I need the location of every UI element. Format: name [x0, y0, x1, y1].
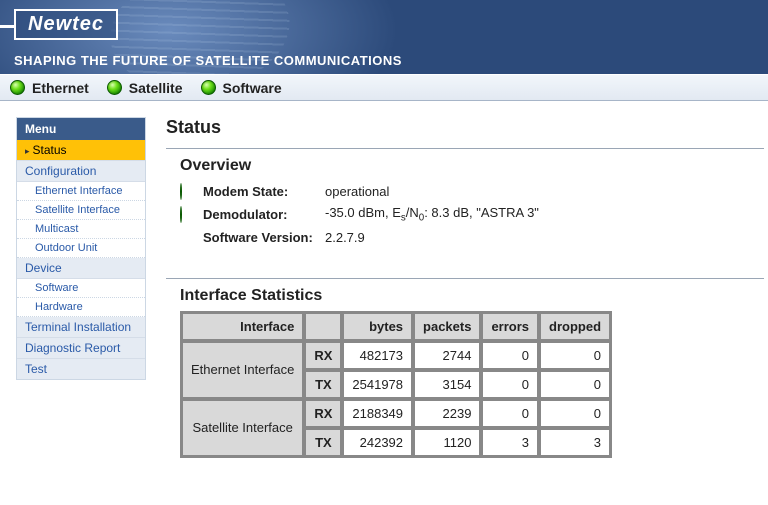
cell-direction: RX: [305, 342, 341, 369]
nav-label: Software: [223, 80, 282, 96]
cell-direction: TX: [305, 371, 341, 398]
overview-row-demodulator: Demodulator: -35.0 dBm, Es/N0: 8.3 dB, "…: [180, 202, 750, 227]
sidebar-item-multicast[interactable]: Multicast: [17, 220, 145, 239]
page-title: Status: [166, 117, 764, 138]
sidebar-item-diagnostic-report[interactable]: Diagnostic Report: [17, 338, 145, 359]
nav-software[interactable]: Software: [201, 80, 282, 96]
brand-logo-text: Newtec: [28, 13, 104, 35]
cell-packets: 2744: [414, 342, 480, 369]
overview-heading: Overview: [180, 157, 750, 175]
sidebar-item-configuration[interactable]: Configuration: [17, 161, 145, 182]
status-led-icon: [180, 183, 182, 200]
sidebar-item-software[interactable]: Software: [17, 279, 145, 298]
demodulator-label: Demodulator:: [195, 207, 325, 222]
cell-dropped: 0: [540, 371, 610, 398]
brand-tagline: SHAPING THE FUTURE OF SATELLITE COMMUNIC…: [14, 53, 402, 68]
sidebar-item-outdoor-unit[interactable]: Outdoor Unit: [17, 239, 145, 258]
menu-heading: Menu: [17, 118, 145, 140]
modem-state-value: operational: [325, 184, 389, 199]
cell-bytes: 482173: [343, 342, 412, 369]
interface-stats-heading: Interface Statistics: [180, 287, 750, 305]
software-version-value: 2.2.7.9: [325, 230, 365, 245]
status-led-icon: [107, 80, 122, 95]
cell-dropped: 3: [540, 429, 610, 456]
interface-stats-table: Interface bytes packets errors dropped E…: [180, 311, 612, 458]
table-row: Satellite Interface RX 2188349 2239 0 0: [182, 400, 610, 427]
sidebar-menu: Menu Status Configuration Ethernet Inter…: [16, 117, 146, 380]
cell-errors: 0: [482, 371, 538, 398]
cell-errors: 3: [482, 429, 538, 456]
col-packets: packets: [414, 313, 480, 340]
table-row: Ethernet Interface RX 482173 2744 0 0: [182, 342, 610, 369]
brand-logo: Newtec: [14, 9, 118, 40]
sidebar-item-hardware[interactable]: Hardware: [17, 298, 145, 317]
header-banner: Newtec SHAPING THE FUTURE OF SATELLITE C…: [0, 0, 768, 74]
status-led-icon: [180, 206, 182, 223]
cell-interface-name: Satellite Interface: [182, 400, 303, 456]
software-version-label: Software Version:: [195, 230, 325, 245]
overview-row-modem: Modem State: operational: [180, 181, 750, 202]
cell-packets: 1120: [414, 429, 480, 456]
cell-bytes: 2541978: [343, 371, 412, 398]
demodulator-value: -35.0 dBm, Es/N0: 8.3 dB, "ASTRA 3": [325, 205, 539, 224]
cell-bytes: 2188349: [343, 400, 412, 427]
nav-ethernet[interactable]: Ethernet: [10, 80, 89, 96]
sidebar-item-test[interactable]: Test: [17, 359, 145, 379]
main-content: Status Overview Modem State: operational…: [166, 117, 768, 488]
overview-panel: Overview Modem State: operational Demodu…: [166, 148, 764, 262]
modem-state-label: Modem State:: [195, 184, 325, 199]
cell-dropped: 0: [540, 400, 610, 427]
cell-errors: 0: [482, 400, 538, 427]
sidebar-item-ethernet-interface[interactable]: Ethernet Interface: [17, 182, 145, 201]
sidebar-item-status[interactable]: Status: [17, 140, 145, 161]
sidebar-item-terminal-installation[interactable]: Terminal Installation: [17, 317, 145, 338]
nav-satellite[interactable]: Satellite: [107, 80, 183, 96]
sidebar-item-device[interactable]: Device: [17, 258, 145, 279]
nav-label: Satellite: [129, 80, 183, 96]
cell-errors: 0: [482, 342, 538, 369]
cell-packets: 3154: [414, 371, 480, 398]
col-direction: [305, 313, 341, 340]
cell-direction: TX: [305, 429, 341, 456]
cell-bytes: 242392: [343, 429, 412, 456]
col-bytes: bytes: [343, 313, 412, 340]
col-dropped: dropped: [540, 313, 610, 340]
col-errors: errors: [482, 313, 538, 340]
table-header-row: Interface bytes packets errors dropped: [182, 313, 610, 340]
cell-interface-name: Ethernet Interface: [182, 342, 303, 398]
nav-label: Ethernet: [32, 80, 89, 96]
interface-stats-panel: Interface Statistics Interface bytes pac…: [166, 278, 764, 472]
cell-packets: 2239: [414, 400, 480, 427]
sidebar-item-satellite-interface[interactable]: Satellite Interface: [17, 201, 145, 220]
top-nav: Ethernet Satellite Software: [0, 74, 768, 101]
overview-row-software: Software Version: 2.2.7.9: [180, 227, 750, 248]
cell-direction: RX: [305, 400, 341, 427]
col-interface: Interface: [182, 313, 303, 340]
cell-dropped: 0: [540, 342, 610, 369]
status-led-icon: [10, 80, 25, 95]
status-led-icon: [201, 80, 216, 95]
